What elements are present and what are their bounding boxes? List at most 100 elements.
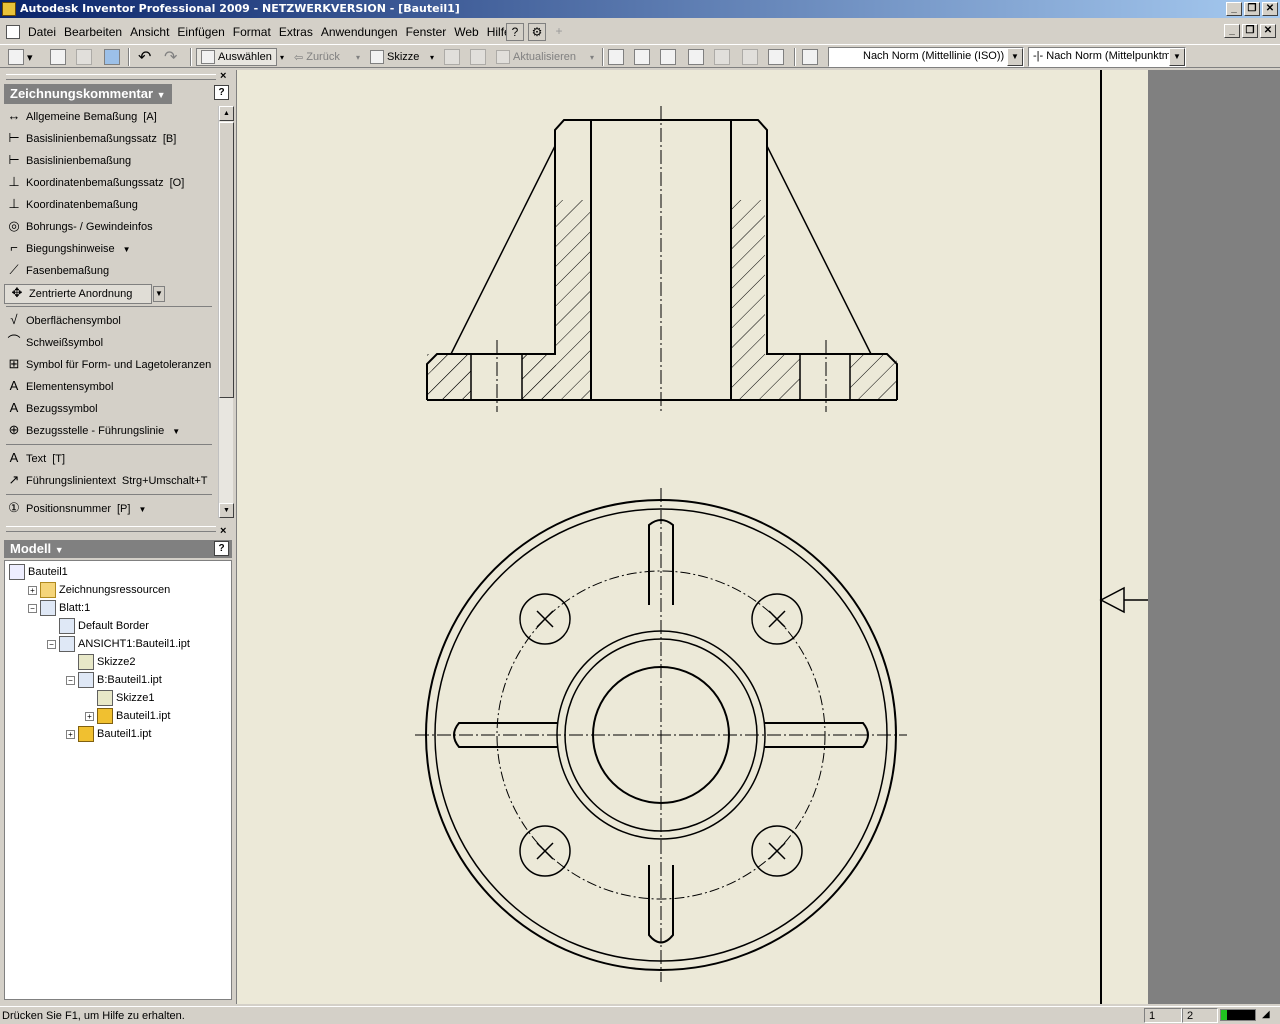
menu-bearbeiten[interactable]: Bearbeiten bbox=[60, 25, 126, 39]
tree-node[interactable]: + Bauteil1.ipt bbox=[85, 707, 170, 725]
new-file-button[interactable]: ▾ bbox=[8, 48, 33, 66]
doc-minimize-button[interactable]: _ bbox=[1224, 24, 1240, 38]
menu-anwendungen[interactable]: Anwendungen bbox=[317, 25, 402, 39]
sketch-dropdown[interactable]: ▾ bbox=[430, 48, 434, 66]
chevron-down-icon[interactable]: ▼ bbox=[123, 245, 131, 254]
chevron-down-icon[interactable]: ▼ bbox=[1169, 48, 1185, 66]
menu-einfügen[interactable]: Einfügen bbox=[173, 25, 228, 39]
tools-scrollbar[interactable]: ▲ ▼ bbox=[218, 106, 234, 518]
section-view[interactable] bbox=[426, 106, 898, 412]
chevron-down-icon[interactable]: ▼ bbox=[138, 505, 146, 514]
tool-chamfer[interactable]: ⟋ Fasenbemaßung bbox=[2, 260, 216, 282]
save-button[interactable] bbox=[104, 48, 123, 66]
tool-datum-target[interactable]: ⊕ Bezugsstelle - Führungslinie ▼ bbox=[2, 420, 216, 442]
update-dropdown[interactable]: ▾ bbox=[590, 48, 594, 66]
menu-web[interactable]: Web bbox=[450, 25, 482, 39]
panel-close-icon[interactable]: × bbox=[220, 525, 226, 537]
tree-node[interactable]: − ANSICHT1:Bauteil1.ipt bbox=[47, 635, 190, 653]
menu-fenster[interactable]: Fenster bbox=[402, 25, 451, 39]
finish-button[interactable] bbox=[470, 48, 489, 66]
tree-node[interactable]: Skizze1 bbox=[85, 689, 155, 707]
sketch-button[interactable]: Skizze bbox=[370, 48, 419, 66]
expand-icon[interactable]: + bbox=[28, 585, 37, 595]
tool-datum-symbol[interactable]: A Bezugssymbol bbox=[2, 398, 216, 420]
tool-baseline-set[interactable]: ⊢ Basislinienbemaßungssatz [B] bbox=[2, 128, 216, 150]
tool-balloon[interactable]: ① Positionsnummer [P] ▼ bbox=[2, 498, 216, 520]
menu-format[interactable]: Format bbox=[229, 25, 275, 39]
tool-ordinate[interactable]: ⊥ Koordinatenbemaßung bbox=[2, 194, 216, 216]
open-button[interactable] bbox=[50, 48, 69, 66]
rotate-button[interactable] bbox=[742, 48, 761, 66]
resize-grip-icon[interactable]: ◢ bbox=[1262, 1009, 1270, 1020]
collapse-icon[interactable]: − bbox=[47, 639, 56, 649]
update-button[interactable]: Aktualisieren bbox=[496, 48, 576, 66]
tool-hole-thread[interactable]: ◎ Bohrungs- / Gewindeinfos bbox=[2, 216, 216, 238]
redo-button[interactable]: ↷ bbox=[164, 48, 177, 66]
scroll-up-icon[interactable]: ▲ bbox=[219, 106, 234, 121]
tool-general-dimension[interactable]: ↔ Allgemeine Bemaßung [A] bbox=[2, 106, 216, 128]
project-button[interactable] bbox=[76, 48, 95, 66]
annotation-panel-header[interactable]: Zeichnungskommentar ▼ bbox=[4, 84, 172, 104]
tree-node[interactable]: − Blatt:1 bbox=[28, 599, 90, 617]
tool-surface-symbol[interactable]: √ Oberflächensymbol bbox=[2, 310, 216, 332]
chevron-down-icon[interactable]: ▼ bbox=[1007, 48, 1023, 66]
style-combo[interactable]: -|- Nach Norm (Mittelpunktm ▼ bbox=[1028, 47, 1186, 67]
chevron-down-icon[interactable]: ▼ bbox=[153, 286, 165, 302]
zoom-all-button[interactable] bbox=[608, 48, 627, 66]
undo-button[interactable]: ↶ bbox=[138, 48, 151, 66]
edit-button[interactable] bbox=[444, 48, 463, 66]
collapse-icon[interactable]: − bbox=[28, 603, 37, 613]
tree-node[interactable]: − B:Bauteil1.ipt bbox=[66, 671, 162, 689]
document-icon[interactable] bbox=[6, 25, 20, 39]
model-panel-header[interactable]: Modell ▼ bbox=[4, 540, 232, 558]
panel-help-icon[interactable]: ? bbox=[214, 541, 229, 556]
back-dropdown[interactable]: ▾ bbox=[356, 48, 360, 66]
tree-node[interactable]: Bauteil1 bbox=[9, 563, 68, 581]
scroll-down-icon[interactable]: ▼ bbox=[219, 503, 234, 518]
add-icon[interactable]: + bbox=[550, 23, 568, 41]
back-button[interactable]: ⇦ Zurück bbox=[294, 48, 340, 66]
tool-ordinate-set[interactable]: ⊥ Koordinatenbemaßungssatz [O] bbox=[2, 172, 216, 194]
minimize-button[interactable]: _ bbox=[1226, 2, 1242, 16]
tree-node[interactable]: + Bauteil1.ipt bbox=[66, 725, 151, 743]
expand-icon[interactable]: + bbox=[85, 711, 94, 721]
zoom-button[interactable] bbox=[660, 48, 679, 66]
scroll-thumb[interactable] bbox=[219, 122, 234, 398]
inventor-app-icon[interactable] bbox=[2, 2, 16, 16]
zoom-selected-button[interactable] bbox=[714, 48, 733, 66]
drawing-sheet[interactable] bbox=[237, 70, 1280, 1004]
tool-centered-pattern[interactable]: ✥ Zentrierte Anordnung ▼ bbox=[4, 284, 165, 304]
tool-bend-note[interactable]: ⌐ Biegungshinweise ▼ bbox=[2, 238, 216, 260]
doc-restore-button[interactable]: ❐ bbox=[1242, 24, 1258, 38]
tree-node[interactable]: + Zeichnungsressourcen bbox=[28, 581, 170, 599]
maximize-button[interactable]: ❐ bbox=[1244, 2, 1260, 16]
help-icon[interactable]: ? bbox=[506, 23, 524, 41]
menu-extras[interactable]: Extras bbox=[275, 25, 317, 39]
panel-close-icon[interactable]: × bbox=[220, 70, 226, 82]
tool-text[interactable]: A Text [T] bbox=[2, 448, 216, 470]
tree-node[interactable]: Skizze2 bbox=[66, 653, 136, 671]
tree-node[interactable]: Default Border bbox=[47, 617, 149, 635]
collapse-icon[interactable]: − bbox=[66, 675, 75, 685]
tool-baseline[interactable]: ⊢ Basislinienbemaßung bbox=[2, 150, 216, 172]
panel-help-icon[interactable]: ? bbox=[214, 85, 229, 100]
expand-icon[interactable]: + bbox=[66, 729, 75, 739]
panel-grip[interactable] bbox=[6, 74, 216, 80]
section-arrow[interactable] bbox=[1099, 586, 1149, 614]
panel-grip[interactable] bbox=[6, 526, 216, 532]
select-dropdown[interactable]: ▾ bbox=[280, 48, 284, 66]
tool-tolerance-symbol[interactable]: ⊞ Symbol für Form- und Lagetoleranzen bbox=[2, 354, 216, 376]
menu-ansicht[interactable]: Ansicht bbox=[126, 25, 173, 39]
layers-button[interactable] bbox=[802, 48, 821, 66]
whats-this-icon[interactable]: ⚙ bbox=[528, 23, 546, 41]
select-button[interactable]: Auswählen bbox=[196, 48, 277, 66]
look-at-button[interactable] bbox=[768, 48, 787, 66]
tool-feature-symbol[interactable]: A Elementensymbol bbox=[2, 376, 216, 398]
chevron-down-icon[interactable]: ▼ bbox=[172, 427, 180, 436]
tool-weld-symbol[interactable]: ⌒ Schweißsymbol bbox=[2, 332, 216, 354]
pan-button[interactable] bbox=[688, 48, 707, 66]
close-button[interactable]: ✕ bbox=[1262, 2, 1278, 16]
drawing-canvas[interactable] bbox=[236, 70, 1280, 1004]
zoom-window-button[interactable] bbox=[634, 48, 653, 66]
tool-leader-text[interactable]: ↗ Führungslinientext Strg+Umschalt+T bbox=[2, 470, 216, 492]
